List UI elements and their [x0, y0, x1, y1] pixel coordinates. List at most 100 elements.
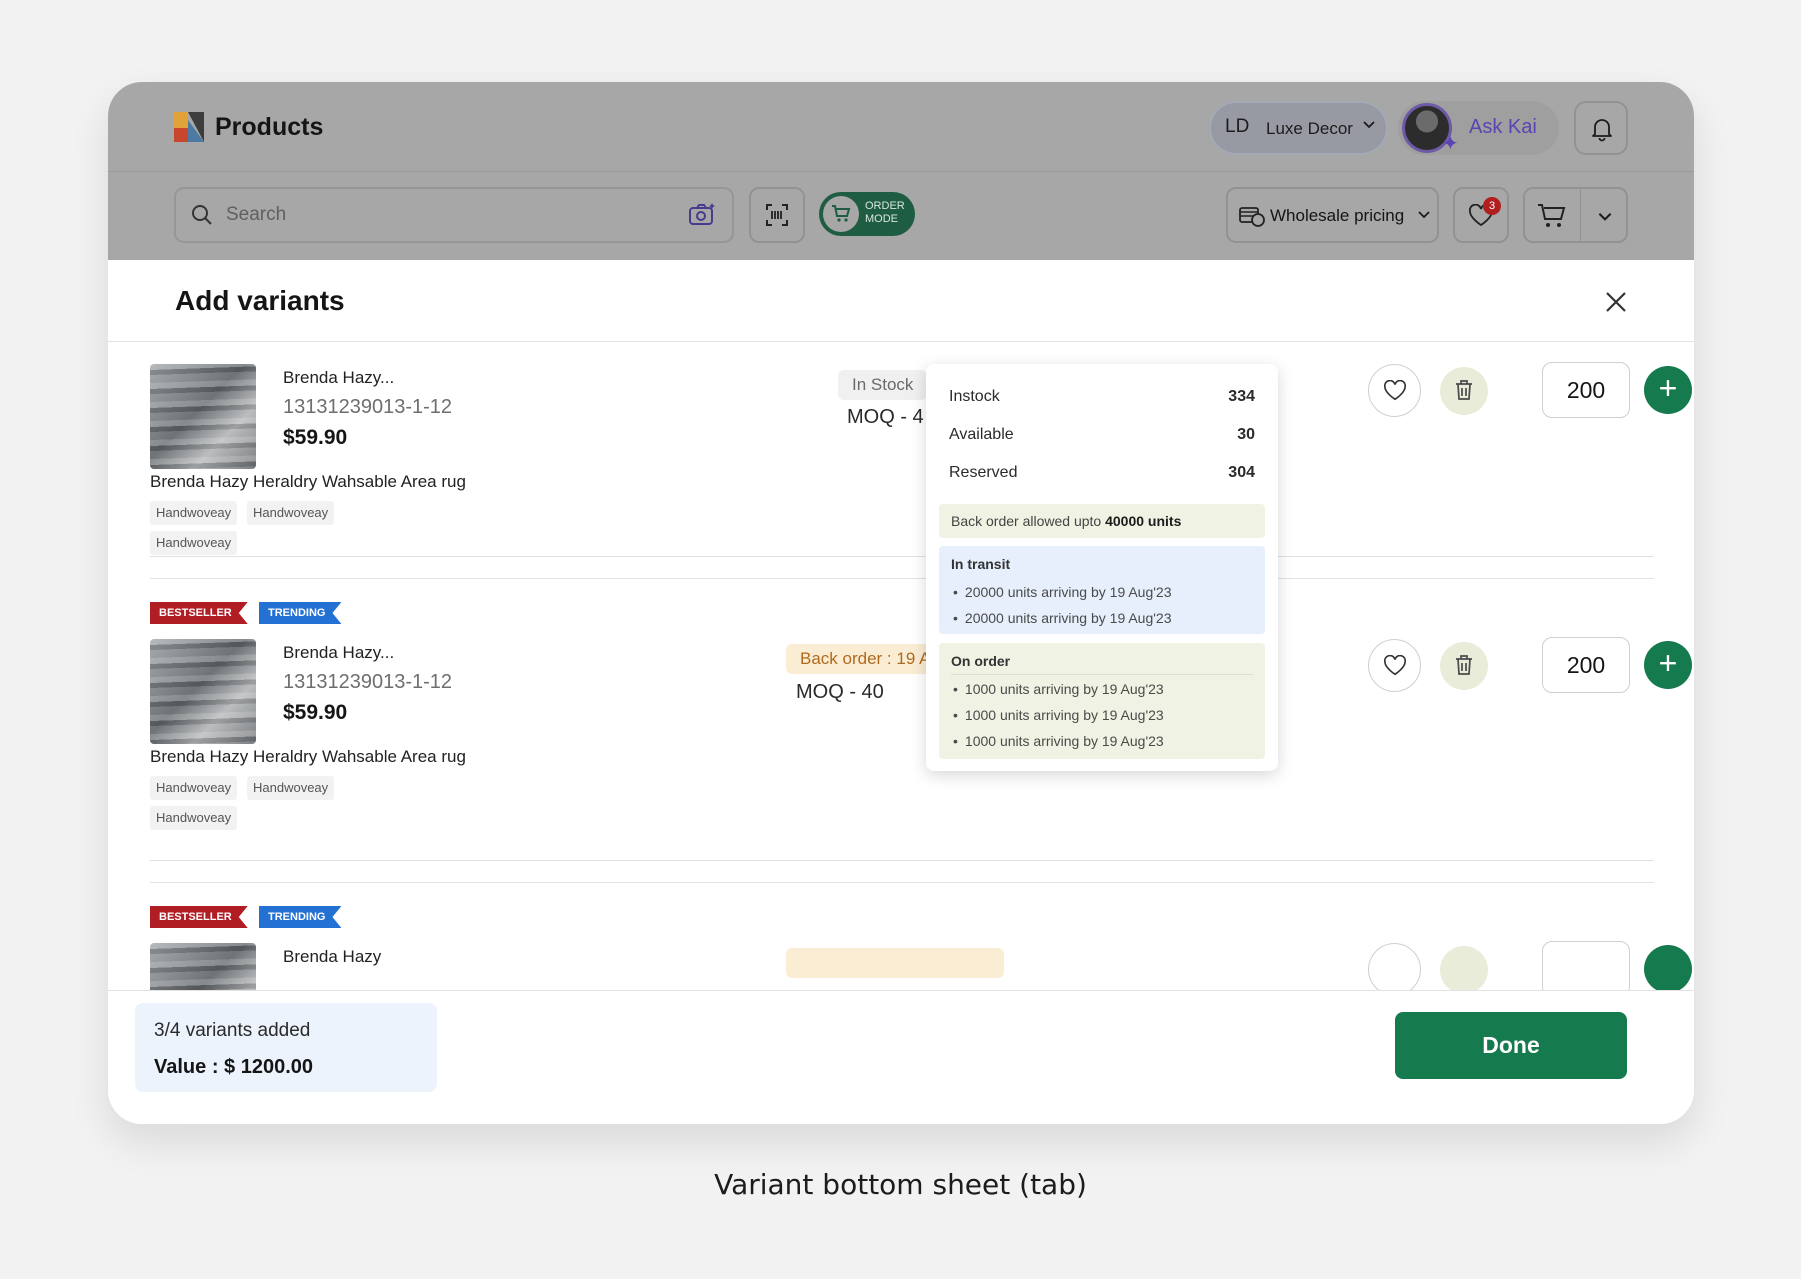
sheet-header: Add variants	[108, 260, 1694, 342]
top-bar: Products LD Luxe Decor ✦ Ask Kai	[108, 82, 1694, 172]
heart-icon	[1384, 380, 1406, 401]
variant-item: BESTSELLER TRENDING Brenda Hazy... 13131…	[150, 579, 1692, 839]
product-price: $59.90	[283, 426, 348, 449]
variants-bottom-sheet: Add variants Brenda Hazy... 13131239013-…	[108, 260, 1694, 1124]
visual-search-icon[interactable]	[688, 202, 716, 228]
moq-label: MOQ - 4	[847, 406, 924, 428]
product-tag: Handwoveay	[150, 806, 238, 830]
backorder-note: Back order allowed upto 40000 units	[939, 504, 1265, 538]
app-header: Products LD Luxe Decor ✦ Ask Kai Search …	[108, 82, 1694, 260]
on-order-heading: On order	[951, 653, 1011, 669]
brand-switcher[interactable]: LD Luxe Decor	[1209, 101, 1388, 155]
chevron-down-icon[interactable]	[1596, 207, 1614, 225]
page-title: Products	[215, 113, 324, 141]
product-name: Brenda Hazy...	[283, 368, 395, 387]
list-item: 1000 units arriving by 19 Aug'23	[953, 681, 1164, 697]
notifications-button[interactable]	[1574, 101, 1628, 155]
bestseller-badge: BESTSELLER	[150, 602, 248, 624]
pricing-label: Wholesale pricing	[1270, 206, 1405, 225]
wishlist-button[interactable]	[1368, 943, 1421, 990]
divider	[150, 860, 1654, 861]
quantity-field[interactable]: 200	[1542, 637, 1630, 693]
brand-initials: LD	[1225, 116, 1250, 137]
order-mode-knob	[823, 196, 859, 232]
product-description: Brenda Hazy Heraldry Wahsable Area rug	[150, 747, 466, 766]
close-icon	[1606, 292, 1626, 312]
selection-summary: 3/4 variants added Value : $ 1200.00	[135, 1003, 437, 1092]
sheet-footer: 3/4 variants added Value : $ 1200.00 Don…	[108, 990, 1694, 1124]
wishlist-count-badge: 3	[1483, 197, 1501, 215]
chevron-down-icon	[1416, 206, 1432, 226]
product-description: Brenda Hazy Heraldry Wahsable Area rug	[150, 472, 466, 491]
brand-name: Luxe Decor	[1266, 119, 1353, 138]
cart-divider	[1580, 189, 1581, 241]
on-order-section: On order 1000 units arriving by 19 Aug'2…	[939, 643, 1265, 759]
product-thumbnail[interactable]	[150, 943, 256, 990]
in-transit-heading: In transit	[951, 556, 1011, 572]
product-name: Brenda Hazy	[283, 947, 382, 966]
chevron-down-icon	[1361, 116, 1377, 137]
backorder-status-badge[interactable]	[786, 948, 1004, 978]
product-sku: 13131239013-1-12	[283, 396, 453, 418]
barcode-scan-button[interactable]	[749, 187, 805, 243]
bell-icon	[1592, 119, 1612, 142]
variant-list: Brenda Hazy... 13131239013-1-12 $59.90 B…	[108, 343, 1694, 990]
available-row: Available 30	[949, 426, 1255, 443]
order-mode-label: ORDER MODE	[865, 200, 905, 225]
app-window: Products LD Luxe Decor ✦ Ask Kai Search …	[108, 82, 1694, 1124]
cart-icon	[1538, 204, 1566, 227]
wishlist-button[interactable]: 3	[1453, 187, 1509, 243]
product-tag: Handwoveay	[150, 531, 238, 555]
add-button[interactable]	[1644, 945, 1692, 990]
backorder-status-badge[interactable]: Back order : 19 Au	[786, 644, 936, 674]
stock-status-badge[interactable]: In Stock	[838, 370, 928, 400]
add-button[interactable]: +	[1644, 366, 1692, 414]
order-mode-toggle[interactable]: ORDER MODE	[819, 192, 915, 236]
product-thumbnail[interactable]	[150, 639, 256, 744]
list-item: 1000 units arriving by 19 Aug'23	[953, 707, 1164, 723]
wishlist-button[interactable]	[1368, 364, 1421, 417]
product-tag: Handwoveay	[150, 776, 238, 800]
in-transit-section: In transit 20000 units arriving by 19 Au…	[939, 546, 1265, 634]
quantity-field[interactable]	[1542, 941, 1630, 990]
list-item: 20000 units arriving by 19 Aug'23	[953, 610, 1172, 626]
search-input[interactable]	[226, 199, 646, 231]
product-sku: 13131239013-1-12	[283, 671, 453, 693]
product-tag: Handwoveay	[247, 776, 335, 800]
trash-icon	[1456, 655, 1472, 675]
app-logo-icon	[174, 112, 204, 142]
ask-kai-label: Ask Kai	[1469, 116, 1537, 138]
scan-icon	[766, 204, 788, 226]
moq-label: MOQ - 40	[796, 681, 884, 703]
list-item: 20000 units arriving by 19 Aug'23	[953, 584, 1172, 600]
instock-row: Instock 334	[949, 388, 1255, 405]
wishlist-button[interactable]	[1368, 639, 1421, 692]
product-tag: Handwoveay	[247, 501, 335, 525]
trash-icon	[1456, 380, 1472, 400]
delete-button[interactable]	[1440, 946, 1488, 990]
bestseller-badge: BESTSELLER	[150, 906, 248, 928]
cart-icon	[832, 205, 851, 222]
stock-details-popover: Instock 334 Available 30 Reserved 304 Back …	[926, 364, 1278, 771]
delete-button[interactable]	[1440, 367, 1488, 415]
order-value: Value : $ 1200.00	[154, 1056, 314, 1078]
search-icon	[192, 205, 212, 225]
product-tag: Handwoveay	[150, 501, 238, 525]
variant-item: Brenda Hazy... 13131239013-1-12 $59.90 B…	[150, 343, 1692, 573]
quantity-field[interactable]: 200	[1542, 362, 1630, 418]
caption: Variant bottom sheet (tab)	[714, 1168, 1087, 1201]
close-button[interactable]	[1596, 282, 1636, 322]
ask-kai-button[interactable]: ✦ Ask Kai	[1398, 101, 1559, 155]
pricing-dropdown[interactable]: Wholesale pricing	[1226, 187, 1439, 243]
add-button[interactable]: +	[1644, 641, 1692, 689]
product-name: Brenda Hazy...	[283, 643, 395, 662]
divider	[951, 674, 1253, 675]
search-bar-row: ORDER MODE Wholesale pricing	[108, 172, 1694, 260]
product-thumbnail[interactable]	[150, 364, 256, 469]
trending-badge: TRENDING	[259, 602, 341, 624]
search-box[interactable]	[174, 187, 734, 243]
done-button[interactable]: Done	[1395, 1012, 1627, 1079]
cart-button[interactable]	[1523, 187, 1628, 243]
delete-button[interactable]	[1440, 642, 1488, 690]
sparkle-icon: ✦	[1442, 133, 1459, 155]
